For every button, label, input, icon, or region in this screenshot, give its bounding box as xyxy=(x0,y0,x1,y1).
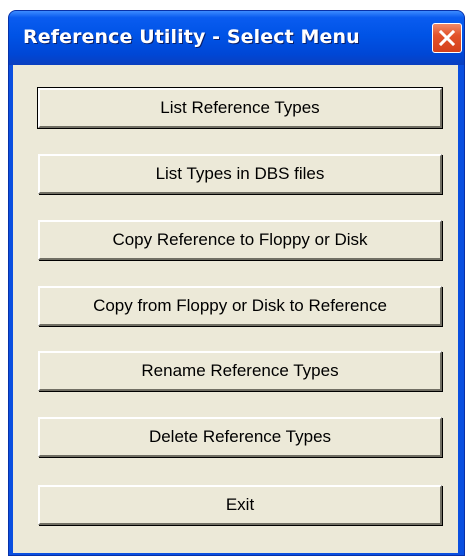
delete-reference-types-button[interactable]: Delete Reference Types xyxy=(38,417,442,457)
exit-button[interactable]: Exit xyxy=(38,485,442,525)
list-reference-types-button[interactable]: List Reference Types xyxy=(37,87,443,129)
copy-reference-to-floppy-button[interactable]: Copy Reference to Floppy or Disk xyxy=(38,220,442,260)
copy-from-floppy-to-reference-button[interactable]: Copy from Floppy or Disk to Reference xyxy=(38,286,442,326)
close-button[interactable] xyxy=(432,23,462,53)
list-types-in-dbs-files-button[interactable]: List Types in DBS files xyxy=(38,154,442,194)
title-bar[interactable]: Reference Utility - Select Menu xyxy=(9,11,464,65)
close-icon xyxy=(439,30,455,46)
menu-panel: List Reference Types List Types in DBS f… xyxy=(13,65,458,553)
window-title: Reference Utility - Select Menu xyxy=(23,26,360,48)
dialog-window: Reference Utility - Select Menu List Ref… xyxy=(8,10,465,556)
rename-reference-types-button[interactable]: Rename Reference Types xyxy=(38,351,442,391)
